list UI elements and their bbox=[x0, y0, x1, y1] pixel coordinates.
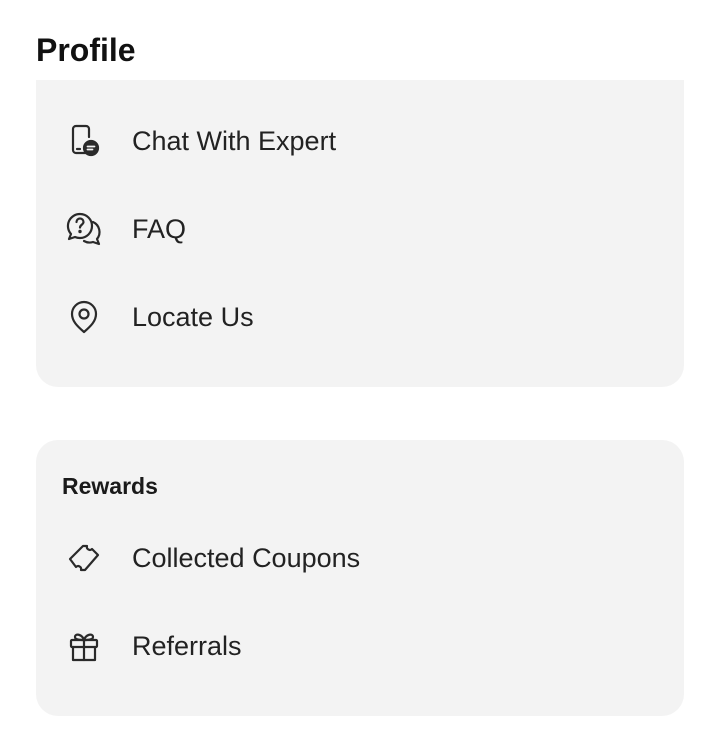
coupon-ticket-icon bbox=[64, 540, 104, 576]
menu-item-referrals[interactable]: Referrals bbox=[36, 616, 684, 676]
gift-icon bbox=[64, 628, 104, 664]
menu-item-collected-coupons[interactable]: Collected Coupons bbox=[36, 528, 684, 588]
menu-item-label: Referrals bbox=[132, 631, 242, 661]
faq-icon bbox=[64, 211, 104, 247]
menu-item-chat-with-expert[interactable]: Chat With Expert bbox=[36, 111, 684, 171]
support-card: Chat With Expert FAQ Locate Us bbox=[36, 80, 684, 387]
rewards-heading: Rewards bbox=[62, 473, 158, 499]
menu-item-label: Locate Us bbox=[132, 302, 254, 332]
menu-item-label: Collected Coupons bbox=[132, 543, 361, 573]
location-pin-icon bbox=[64, 299, 104, 335]
chat-expert-icon bbox=[64, 123, 104, 159]
menu-item-label: FAQ bbox=[132, 214, 187, 244]
rewards-card: Rewards Collected Coupons Referrals bbox=[36, 440, 684, 716]
menu-item-faq[interactable]: FAQ bbox=[36, 199, 684, 259]
menu-item-locate-us[interactable]: Locate Us bbox=[36, 287, 684, 347]
page-title: Profile bbox=[36, 32, 136, 68]
menu-item-label: Chat With Expert bbox=[132, 126, 337, 156]
